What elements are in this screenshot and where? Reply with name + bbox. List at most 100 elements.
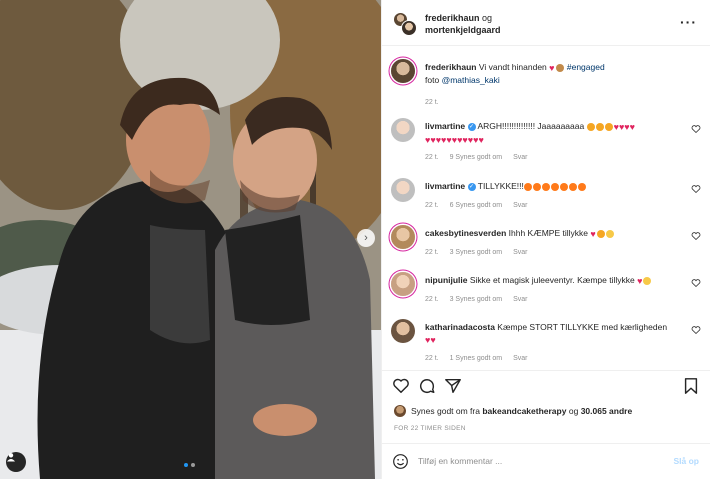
mention-link[interactable]: @mathias_kaki (442, 75, 500, 85)
heart-outline-icon[interactable] (691, 231, 701, 241)
comment-body: Kæmpe STORT TILLYKKE med kærligheden (497, 322, 668, 332)
like-count[interactable]: 6 Synes godt om (450, 202, 503, 209)
post-actions: Synes godt om fra bakeandcaketherapy og … (382, 370, 710, 440)
likes-joiner: og (568, 406, 579, 416)
fire-emoji-icon (532, 182, 541, 191)
next-photo-button[interactable]: › (357, 229, 375, 247)
heart-outline-icon[interactable] (691, 278, 701, 288)
post-header: frederikhaun og mortenkjeldgaard ··· (382, 0, 710, 46)
caption-meta: 22 t. (425, 99, 448, 106)
emoji-smile-icon[interactable] (392, 453, 409, 470)
avatar[interactable] (391, 319, 415, 343)
timestamp[interactable]: 22 t. (425, 355, 439, 362)
reply-button[interactable]: Svar (513, 296, 527, 303)
avatar[interactable] (391, 272, 415, 296)
add-comment-bar: Slå op (382, 443, 710, 479)
comment-body: ARGH!!!!!!!!!!!!!! Jaaaaaaaaa (477, 121, 585, 131)
post-side-panel: frederikhaun og mortenkjeldgaard ··· fre… (381, 0, 710, 479)
heart-outline-icon[interactable] (691, 325, 701, 335)
instagram-post-dialog: › frederikhaun og mortenkjeldgaard ··· f… (0, 0, 710, 479)
author-avatars[interactable] (393, 12, 417, 36)
timestamp[interactable]: 22 t. (425, 296, 439, 303)
comment-item: livmartine ✓ ARGH!!!!!!!!!!!!!! Jaaaaaaa… (391, 118, 701, 170)
photo-credit-prefix: foto (425, 74, 440, 85)
timestamp[interactable]: 22 t. (425, 202, 439, 209)
like-count[interactable]: 1 Synes godt om (450, 355, 503, 362)
reply-button[interactable]: Svar (513, 249, 527, 256)
comment-text: katharinadacosta Kæmpe STORT TILLYKKE me… (425, 321, 685, 346)
like-count[interactable]: 9 Synes godt om (450, 154, 503, 161)
timestamp[interactable]: 22 t. (425, 249, 439, 256)
author-names: frederikhaun og mortenkjeldgaard (425, 12, 501, 36)
clap-emoji-icon (605, 229, 614, 238)
avatar[interactable] (401, 20, 417, 36)
comment-meta: 22 t. 3 Synes godt om Svar (425, 296, 536, 303)
comment-meta: 22 t. 6 Synes godt om Svar (425, 202, 536, 209)
heart-outline-icon[interactable] (691, 184, 701, 194)
comment-username[interactable]: livmartine (425, 121, 465, 131)
hashtag-link[interactable]: #engaged (567, 62, 605, 72)
fire-emoji-icon (550, 182, 559, 191)
user-icon (7, 453, 15, 462)
reply-button[interactable]: Svar (513, 202, 527, 209)
heart-emoji-icon: ♥♥♥♥♥♥♥♥♥♥♥ (425, 134, 484, 145)
like-count[interactable]: 3 Synes godt om (450, 249, 503, 256)
fire-emoji-icon (568, 182, 577, 191)
carousel-dots (184, 463, 195, 467)
timestamp[interactable]: 22 t. (425, 99, 439, 106)
comment-username[interactable]: nipunijulie (425, 275, 468, 285)
caption-username[interactable]: frederikhaun (425, 62, 477, 72)
comment-item: katharinadacosta Kæmpe STORT TILLYKKE me… (391, 319, 701, 369)
reply-button[interactable]: Svar (513, 154, 527, 161)
timestamp[interactable]: 22 t. (425, 154, 439, 161)
heart-emoji-icon: ♥ (637, 275, 643, 286)
post-photo[interactable]: › (0, 0, 381, 479)
paper-plane-icon[interactable] (444, 377, 462, 395)
reply-button[interactable]: Svar (513, 355, 527, 362)
liker-link[interactable]: bakeandcaketherapy (482, 406, 566, 416)
like-count[interactable]: 3 Synes godt om (450, 296, 503, 303)
post-timestamp[interactable]: FOR 22 TIMER SIDEN (394, 425, 466, 432)
avatar[interactable] (394, 405, 406, 417)
fire-emoji-icon (523, 182, 532, 191)
author-link[interactable]: frederikhaun (425, 13, 480, 23)
fire-face-emoji-icon (595, 122, 604, 131)
comment-bubble-icon[interactable] (418, 377, 436, 395)
photo-illustration (0, 0, 381, 479)
more-horizontal-icon[interactable]: ··· (680, 14, 697, 30)
comment-username[interactable]: livmartine (425, 181, 465, 191)
carousel-dot (191, 463, 195, 467)
fire-emoji-icon (559, 182, 568, 191)
verified-icon: ✓ (467, 122, 476, 131)
heart-outline-icon[interactable] (392, 377, 410, 395)
fire-face-emoji-icon (586, 122, 595, 131)
comment-username[interactable]: cakesbytinesverden (425, 228, 506, 238)
comment-meta: 22 t. 1 Synes godt om Svar (425, 355, 536, 362)
avatar[interactable] (391, 59, 415, 83)
comment-text: livmartine ✓ ARGH!!!!!!!!!!!!!! Jaaaaaaa… (425, 120, 685, 146)
verified-icon: ✓ (467, 182, 476, 191)
avatar[interactable] (391, 178, 415, 202)
tagged-users-button[interactable] (6, 452, 26, 472)
comment-body: TILLYKKE!!! (477, 181, 524, 191)
comment-meta: 22 t. 9 Synes godt om Svar (425, 154, 536, 161)
likes-summary: Synes godt om fra bakeandcaketherapy og … (394, 405, 632, 417)
avatar[interactable] (391, 225, 415, 249)
caption: frederikhaun Vi vandt hinanden ♥ #engage… (391, 59, 701, 109)
likes-others-link[interactable]: 30.065 andre (581, 406, 633, 416)
coauthor-link[interactable]: mortenkjeldgaard (425, 25, 501, 35)
heart-outline-icon[interactable] (691, 124, 701, 134)
caption-body: Vi vandt hinanden (478, 62, 547, 72)
fire-emoji-icon (577, 182, 586, 191)
bookmark-icon[interactable] (682, 377, 700, 395)
heart-emoji-icon: ♥ (549, 62, 555, 73)
comment-body: Ihhh KÆMPE tillykke (508, 228, 589, 238)
fire-face-emoji-icon (604, 122, 613, 131)
post-comment-button[interactable]: Slå op (673, 456, 699, 466)
comment-username[interactable]: katharinadacosta (425, 322, 495, 332)
avatar[interactable] (391, 118, 415, 142)
comment-meta: 22 t. 3 Synes godt om Svar (425, 249, 536, 256)
comment-item: nipunijulie Sikke et magisk juleeventyr.… (391, 272, 701, 312)
fire-emoji-icon (541, 182, 550, 191)
comment-input[interactable] (418, 452, 658, 470)
